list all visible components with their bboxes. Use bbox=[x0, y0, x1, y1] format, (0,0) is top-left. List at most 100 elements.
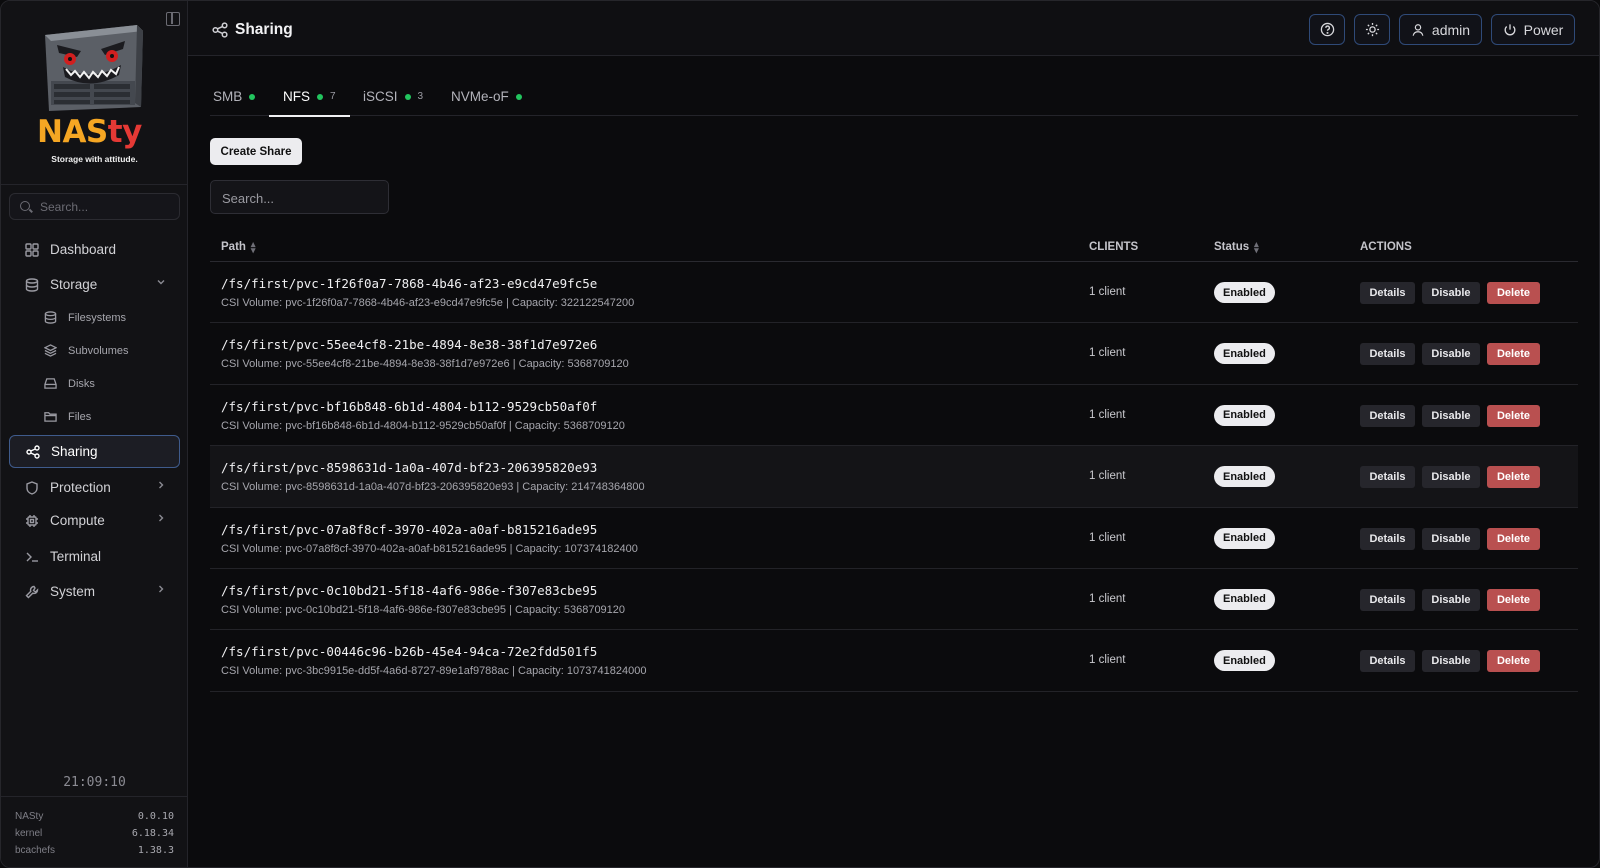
delete-button[interactable]: Delete bbox=[1487, 343, 1540, 366]
sidebar: NASty Storage with attitude. Dashboard S… bbox=[1, 1, 188, 867]
sidebar-search-input[interactable] bbox=[40, 199, 170, 215]
power-icon bbox=[1504, 23, 1516, 35]
layers-icon bbox=[42, 343, 58, 359]
disable-button[interactable]: Disable bbox=[1422, 466, 1480, 489]
version-name: kernel bbox=[15, 828, 43, 839]
sidebar-item-disks[interactable]: Disks bbox=[12, 367, 183, 400]
client-count: 1 client bbox=[1089, 286, 1126, 298]
details-button[interactable]: Details bbox=[1360, 282, 1415, 304]
sidebar-item-compute[interactable]: Compute bbox=[9, 504, 180, 537]
sidebar-item-protection[interactable]: Protection bbox=[9, 471, 180, 504]
column-label: Status bbox=[1214, 241, 1250, 253]
chevron-right-icon bbox=[156, 513, 166, 526]
sidebar-item-dashboard[interactable]: Dashboard bbox=[9, 233, 180, 266]
column-header-clients: CLIENTS bbox=[1089, 241, 1138, 253]
sidebar-item-filesystems[interactable]: Filesystems bbox=[12, 301, 183, 334]
app-window: NASty Storage with attitude. Dashboard S… bbox=[0, 0, 1600, 868]
brand-wordmark: NASty bbox=[37, 114, 142, 150]
delete-button[interactable]: Delete bbox=[1487, 527, 1540, 550]
tab-label: SMB bbox=[213, 89, 243, 104]
details-button[interactable]: Details bbox=[1360, 650, 1415, 673]
power-button[interactable]: Power bbox=[1491, 14, 1575, 45]
sidebar-item-terminal[interactable]: Terminal bbox=[9, 540, 180, 573]
sidebar-collapse-icon[interactable] bbox=[166, 12, 180, 26]
sidebar-item-label: System bbox=[50, 584, 96, 599]
table-row: /fs/first/pvc-0c10bd21-5f18-4af6-986e-f3… bbox=[210, 569, 1578, 631]
chevron-right-icon bbox=[156, 584, 166, 597]
status-badge: Enabled bbox=[1214, 466, 1275, 488]
sidebar-item-label: Disks bbox=[68, 377, 95, 390]
column-header-status[interactable]: Status ▴ ▾ bbox=[1214, 240, 1259, 255]
tab-count: 7 bbox=[330, 91, 336, 102]
share-search[interactable] bbox=[210, 180, 389, 214]
disable-button[interactable]: Disable bbox=[1422, 282, 1480, 304]
client-count: 1 client bbox=[1089, 470, 1126, 483]
theme-toggle-button[interactable] bbox=[1354, 14, 1390, 45]
share-detail: CSI Volume: pvc-8598631d-1a0a-407d-bf23-… bbox=[221, 481, 645, 494]
tab-nvme-of[interactable]: NVMe-oF bbox=[450, 84, 540, 116]
cpu-icon bbox=[24, 513, 40, 529]
chevron-right-icon bbox=[156, 480, 166, 493]
client-count: 1 client bbox=[1089, 654, 1126, 667]
shares-table: Path ▴ ▾ CLIENTS Status ▴ ▾ ACTIONS /fs/fi… bbox=[210, 231, 1578, 692]
sidebar-search[interactable] bbox=[9, 193, 180, 220]
column-header-actions: ACTIONS bbox=[1360, 241, 1412, 253]
user-menu-button[interactable]: admin bbox=[1399, 14, 1482, 45]
grid-icon bbox=[24, 242, 40, 258]
disable-button[interactable]: Disable bbox=[1422, 343, 1480, 366]
sidebar-item-files[interactable]: Files bbox=[12, 400, 183, 433]
wrench-icon bbox=[24, 584, 40, 600]
tab-label: iSCSI bbox=[363, 89, 398, 104]
delete-button[interactable]: Delete bbox=[1487, 404, 1540, 427]
column-header-path[interactable]: Path ▴ ▾ bbox=[221, 240, 255, 255]
client-count: 1 client bbox=[1089, 408, 1126, 421]
share-path: /fs/first/pvc-8598631d-1a0a-407d-bf23-20… bbox=[221, 460, 598, 476]
disable-button[interactable]: Disable bbox=[1422, 404, 1480, 427]
version-value: 0.0.10 bbox=[137, 811, 174, 822]
version-value: 6.18.34 bbox=[131, 828, 174, 839]
details-button[interactable]: Details bbox=[1360, 588, 1415, 611]
disable-button[interactable]: Disable bbox=[1422, 527, 1480, 550]
database-icon bbox=[42, 310, 58, 326]
disable-button[interactable]: Disable bbox=[1422, 650, 1480, 673]
status-dot-icon bbox=[515, 94, 522, 100]
details-button[interactable]: Details bbox=[1360, 404, 1415, 427]
logo-mascot-icon bbox=[45, 25, 143, 111]
create-share-button[interactable]: Create Share bbox=[210, 138, 302, 165]
delete-button[interactable]: Delete bbox=[1487, 466, 1540, 489]
share-icon bbox=[25, 444, 41, 460]
share-detail: CSI Volume: pvc-55ee4cf8-21be-4894-8e38-… bbox=[221, 358, 629, 371]
delete-button[interactable]: Delete bbox=[1487, 282, 1540, 304]
user-icon bbox=[1412, 23, 1424, 36]
share-path: /fs/first/pvc-1f26f0a7-7868-4b46-af23-e9… bbox=[221, 276, 598, 291]
share-path: /fs/first/pvc-bf16b848-6b1d-4804-b112-95… bbox=[221, 398, 598, 414]
help-button[interactable] bbox=[1309, 14, 1345, 45]
column-label: ACTIONS bbox=[1360, 241, 1412, 253]
disable-button[interactable]: Disable bbox=[1422, 588, 1480, 611]
chevron-down-icon bbox=[156, 277, 166, 290]
power-label: Power bbox=[1523, 21, 1564, 38]
share-path: /fs/first/pvc-0c10bd21-5f18-4af6-986e-f3… bbox=[221, 582, 598, 598]
tab-nfs[interactable]: NFS 7 bbox=[269, 84, 350, 117]
status-badge: Enabled bbox=[1214, 404, 1275, 426]
delete-button[interactable]: Delete bbox=[1487, 650, 1540, 673]
sidebar-item-system[interactable]: System bbox=[9, 575, 180, 608]
status-badge: Enabled bbox=[1214, 588, 1275, 610]
sidebar-item-storage[interactable]: Storage bbox=[9, 268, 180, 301]
client-count: 1 client bbox=[1089, 347, 1126, 360]
sidebar-item-label: Dashboard bbox=[50, 242, 117, 257]
sidebar-item-sharing[interactable]: Sharing bbox=[9, 435, 180, 468]
details-button[interactable]: Details bbox=[1360, 466, 1415, 489]
table-header: Path ▴ ▾ CLIENTS Status ▴ ▾ ACTIONS bbox=[210, 231, 1578, 262]
table-row: /fs/first/pvc-1f26f0a7-7868-4b46-af23-e9… bbox=[210, 262, 1578, 324]
share-search-input[interactable] bbox=[222, 190, 372, 206]
details-button[interactable]: Details bbox=[1360, 527, 1415, 550]
tab-smb[interactable]: SMB bbox=[210, 84, 268, 116]
status-badge: Enabled bbox=[1214, 282, 1275, 303]
folder-icon bbox=[42, 409, 58, 425]
delete-button[interactable]: Delete bbox=[1487, 588, 1540, 611]
tab-iscsi[interactable]: iSCSI 3 bbox=[362, 84, 437, 116]
search-icon bbox=[20, 201, 30, 211]
sidebar-item-subvolumes[interactable]: Subvolumes bbox=[12, 334, 183, 367]
details-button[interactable]: Details bbox=[1360, 343, 1415, 366]
